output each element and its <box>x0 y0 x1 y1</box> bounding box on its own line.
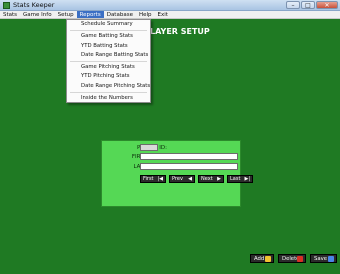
player-id-field[interactable] <box>140 144 158 151</box>
menu-reports[interactable]: Reports <box>76 11 104 18</box>
menu-item-game-batting-stats[interactable]: Game Batting Stats <box>81 33 133 40</box>
menu-item-ytd-pitching-stats[interactable]: YTD Pitching Stats <box>81 73 130 80</box>
menu-setup[interactable]: Setup <box>55 11 77 18</box>
next-record-button[interactable]: Next ▶ <box>198 175 224 183</box>
prev-button-label: Prev <box>172 176 183 182</box>
menu-item-schedule-summary[interactable]: Schedule Summary <box>81 21 133 28</box>
window-title: Stats Keeper <box>13 1 55 9</box>
last-button-label: Last <box>230 176 241 182</box>
first-button-label: First <box>143 176 154 182</box>
save-icon <box>328 256 334 262</box>
minimize-button[interactable]: – <box>286 1 300 9</box>
prev-arrow-icon: ◀ <box>188 176 192 182</box>
menu-database[interactable]: Database <box>104 11 136 18</box>
next-arrow-icon: ▶ <box>217 176 221 182</box>
first-arrow-icon: |◀ <box>157 176 163 182</box>
menu-game-info[interactable]: Game Info <box>20 11 55 18</box>
menu-separator <box>70 30 147 31</box>
first-record-button[interactable]: First |◀ <box>140 175 166 183</box>
maximize-button[interactable]: □ <box>301 1 315 9</box>
menu-item-game-pitching-stats[interactable]: Game Pitching Stats <box>81 64 135 71</box>
player-form-panel: PLAYER ID: FIRST NAME: LAST NAME: First … <box>101 140 253 207</box>
menu-exit[interactable]: Exit <box>155 11 171 18</box>
save-button-label: Save <box>314 256 328 262</box>
next-button-label: Next <box>201 176 213 182</box>
delete-button[interactable]: Delete <box>278 254 306 263</box>
app-icon <box>3 2 10 9</box>
last-name-field[interactable] <box>140 163 238 170</box>
menu-help[interactable]: Help <box>136 11 155 18</box>
prev-record-button[interactable]: Prev ◀ <box>169 175 195 183</box>
add-icon <box>265 256 271 262</box>
page-title: LAYER SETUP <box>150 27 210 36</box>
title-bar: Stats Keeper – □ ✕ <box>0 0 340 11</box>
menu-stats[interactable]: Stats <box>0 11 20 18</box>
add-button[interactable]: Add <box>250 254 274 263</box>
reports-menu: Schedule Summary Game Batting Stats YTD … <box>66 19 151 103</box>
last-arrow-icon: ▶| <box>244 176 250 182</box>
menu-item-inside-the-numbers[interactable]: Inside the Numbers <box>81 95 133 102</box>
menu-separator <box>70 61 147 62</box>
close-button[interactable]: ✕ <box>316 1 338 9</box>
menu-bar: Stats Game Info Setup Reports Database H… <box>0 11 340 19</box>
player-id-label: PLAYER ID: <box>137 145 167 151</box>
first-name-field[interactable] <box>140 153 238 160</box>
menu-item-date-range-batting-stats[interactable]: Date Range Batting Stats <box>81 52 148 59</box>
window-controls: – □ ✕ <box>286 1 338 9</box>
menu-item-date-range-pitching-stats[interactable]: Date Range Pitching Stats <box>81 83 150 90</box>
delete-icon <box>297 256 303 262</box>
save-button[interactable]: Save <box>310 254 337 263</box>
add-button-label: Add <box>254 256 265 262</box>
menu-item-ytd-batting-stats[interactable]: YTD Batting Stats <box>81 43 128 50</box>
last-record-button[interactable]: Last ▶| <box>227 175 253 183</box>
menu-separator <box>70 92 147 93</box>
